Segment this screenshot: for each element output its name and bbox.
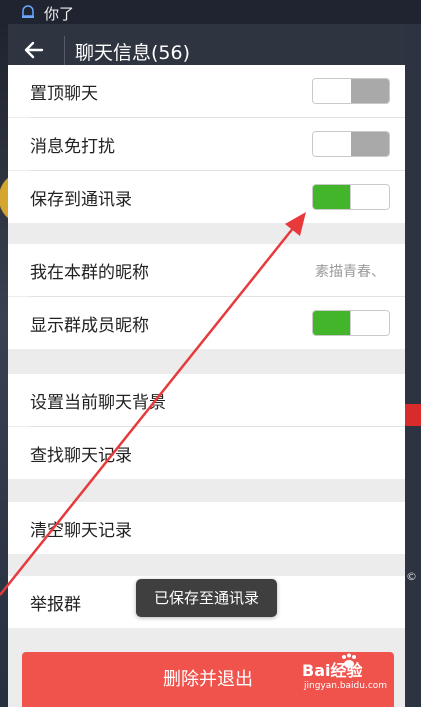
- pin-chat-label: 置顶聊天: [30, 84, 98, 104]
- row-clear-history[interactable]: 清空聊天记录: [8, 502, 405, 554]
- row-show-member-names[interactable]: 显示群成员昵称: [8, 297, 405, 349]
- mute-toggle[interactable]: [312, 131, 390, 157]
- nickname-label: 我在本群的昵称: [30, 263, 149, 283]
- nickname-value: 素描青春、: [315, 264, 385, 280]
- clear-history-label: 清空聊天记录: [30, 521, 132, 541]
- title-separator: [64, 36, 65, 66]
- row-pin-chat[interactable]: 置顶聊天: [8, 65, 405, 117]
- row-group-nickname[interactable]: 我在本群的昵称 素描青春、: [8, 244, 405, 296]
- page-title: 聊天信息(56): [75, 42, 191, 64]
- search-history-label: 查找聊天记录: [30, 446, 132, 466]
- copyright-glyph: ©: [406, 570, 417, 583]
- row-save-contacts[interactable]: 保存到通讯录: [8, 171, 405, 223]
- report-group-label: 举报群: [30, 595, 81, 615]
- pin-chat-toggle[interactable]: [312, 78, 390, 104]
- notification-icon: [22, 5, 34, 18]
- watermark: Bai经验 jingyan.baidu.com: [302, 653, 387, 691]
- toast-message: 已保存至通讯录: [136, 579, 277, 617]
- row-search-history[interactable]: 查找聊天记录: [8, 427, 405, 479]
- row-set-background[interactable]: 设置当前聊天背景: [8, 374, 405, 426]
- status-text: 你了: [44, 5, 75, 23]
- right-edge-strip: ©: [405, 0, 421, 707]
- show-member-names-label: 显示群成员昵称: [30, 316, 149, 336]
- status-bar: 你了: [0, 0, 421, 24]
- mute-label: 消息免打扰: [30, 137, 115, 157]
- watermark-url: jingyan.baidu.com: [304, 681, 388, 691]
- save-contacts-label: 保存到通讯录: [30, 190, 132, 210]
- paw-logo-icon: [342, 653, 356, 668]
- row-mute[interactable]: 消息免打扰: [8, 118, 405, 170]
- show-member-names-toggle[interactable]: [312, 310, 390, 336]
- set-background-label: 设置当前聊天背景: [30, 393, 166, 413]
- save-contacts-toggle[interactable]: [312, 184, 390, 210]
- back-arrow-icon[interactable]: [22, 38, 46, 62]
- red-tag: [405, 404, 421, 426]
